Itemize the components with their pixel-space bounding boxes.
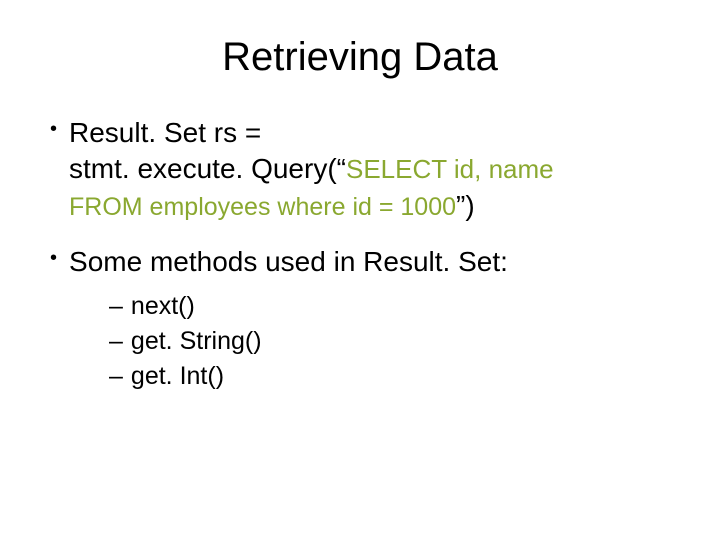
dash-marker: – <box>109 324 123 359</box>
sub-item-3: – get. Int() <box>109 359 508 394</box>
bullet-marker: • <box>50 244 57 272</box>
code-line-2: stmt. execute. Query(“SELECT id, name <box>69 151 554 187</box>
sql-part-1: SELECT id, name <box>346 154 554 184</box>
code-prefix: stmt. execute. Query(“ <box>69 153 346 184</box>
sql-part-2: FROM employees where id = 1000 <box>69 193 456 221</box>
dash-marker: – <box>109 289 123 324</box>
dash-marker: – <box>109 359 123 394</box>
bullet-list: • Result. Set rs = stmt. execute. Query(… <box>40 115 680 394</box>
bullet-item-1: • Result. Set rs = stmt. execute. Query(… <box>50 115 680 224</box>
sub-text-3: get. Int() <box>131 359 224 394</box>
bullet-content-2: Some methods used in Result. Set: – next… <box>69 244 508 393</box>
slide-title: Retrieving Data <box>40 35 680 80</box>
sub-text-2: get. String() <box>131 324 262 359</box>
sub-item-2: – get. String() <box>109 324 508 359</box>
code-suffix: ”) <box>456 190 475 221</box>
code-line-1: Result. Set rs = <box>69 115 554 151</box>
bullet-content-1: Result. Set rs = stmt. execute. Query(“S… <box>69 115 554 224</box>
bullet-item-2: • Some methods used in Result. Set: – ne… <box>50 244 680 393</box>
sub-list: – next() – get. String() – get. Int() <box>69 289 508 394</box>
bullet-marker: • <box>50 115 57 143</box>
sub-text-1: next() <box>131 289 195 324</box>
code-line-3: FROM employees where id = 1000”) <box>69 188 554 224</box>
sub-item-1: – next() <box>109 289 508 324</box>
bullet-text-2: Some methods used in Result. Set: <box>69 244 508 280</box>
